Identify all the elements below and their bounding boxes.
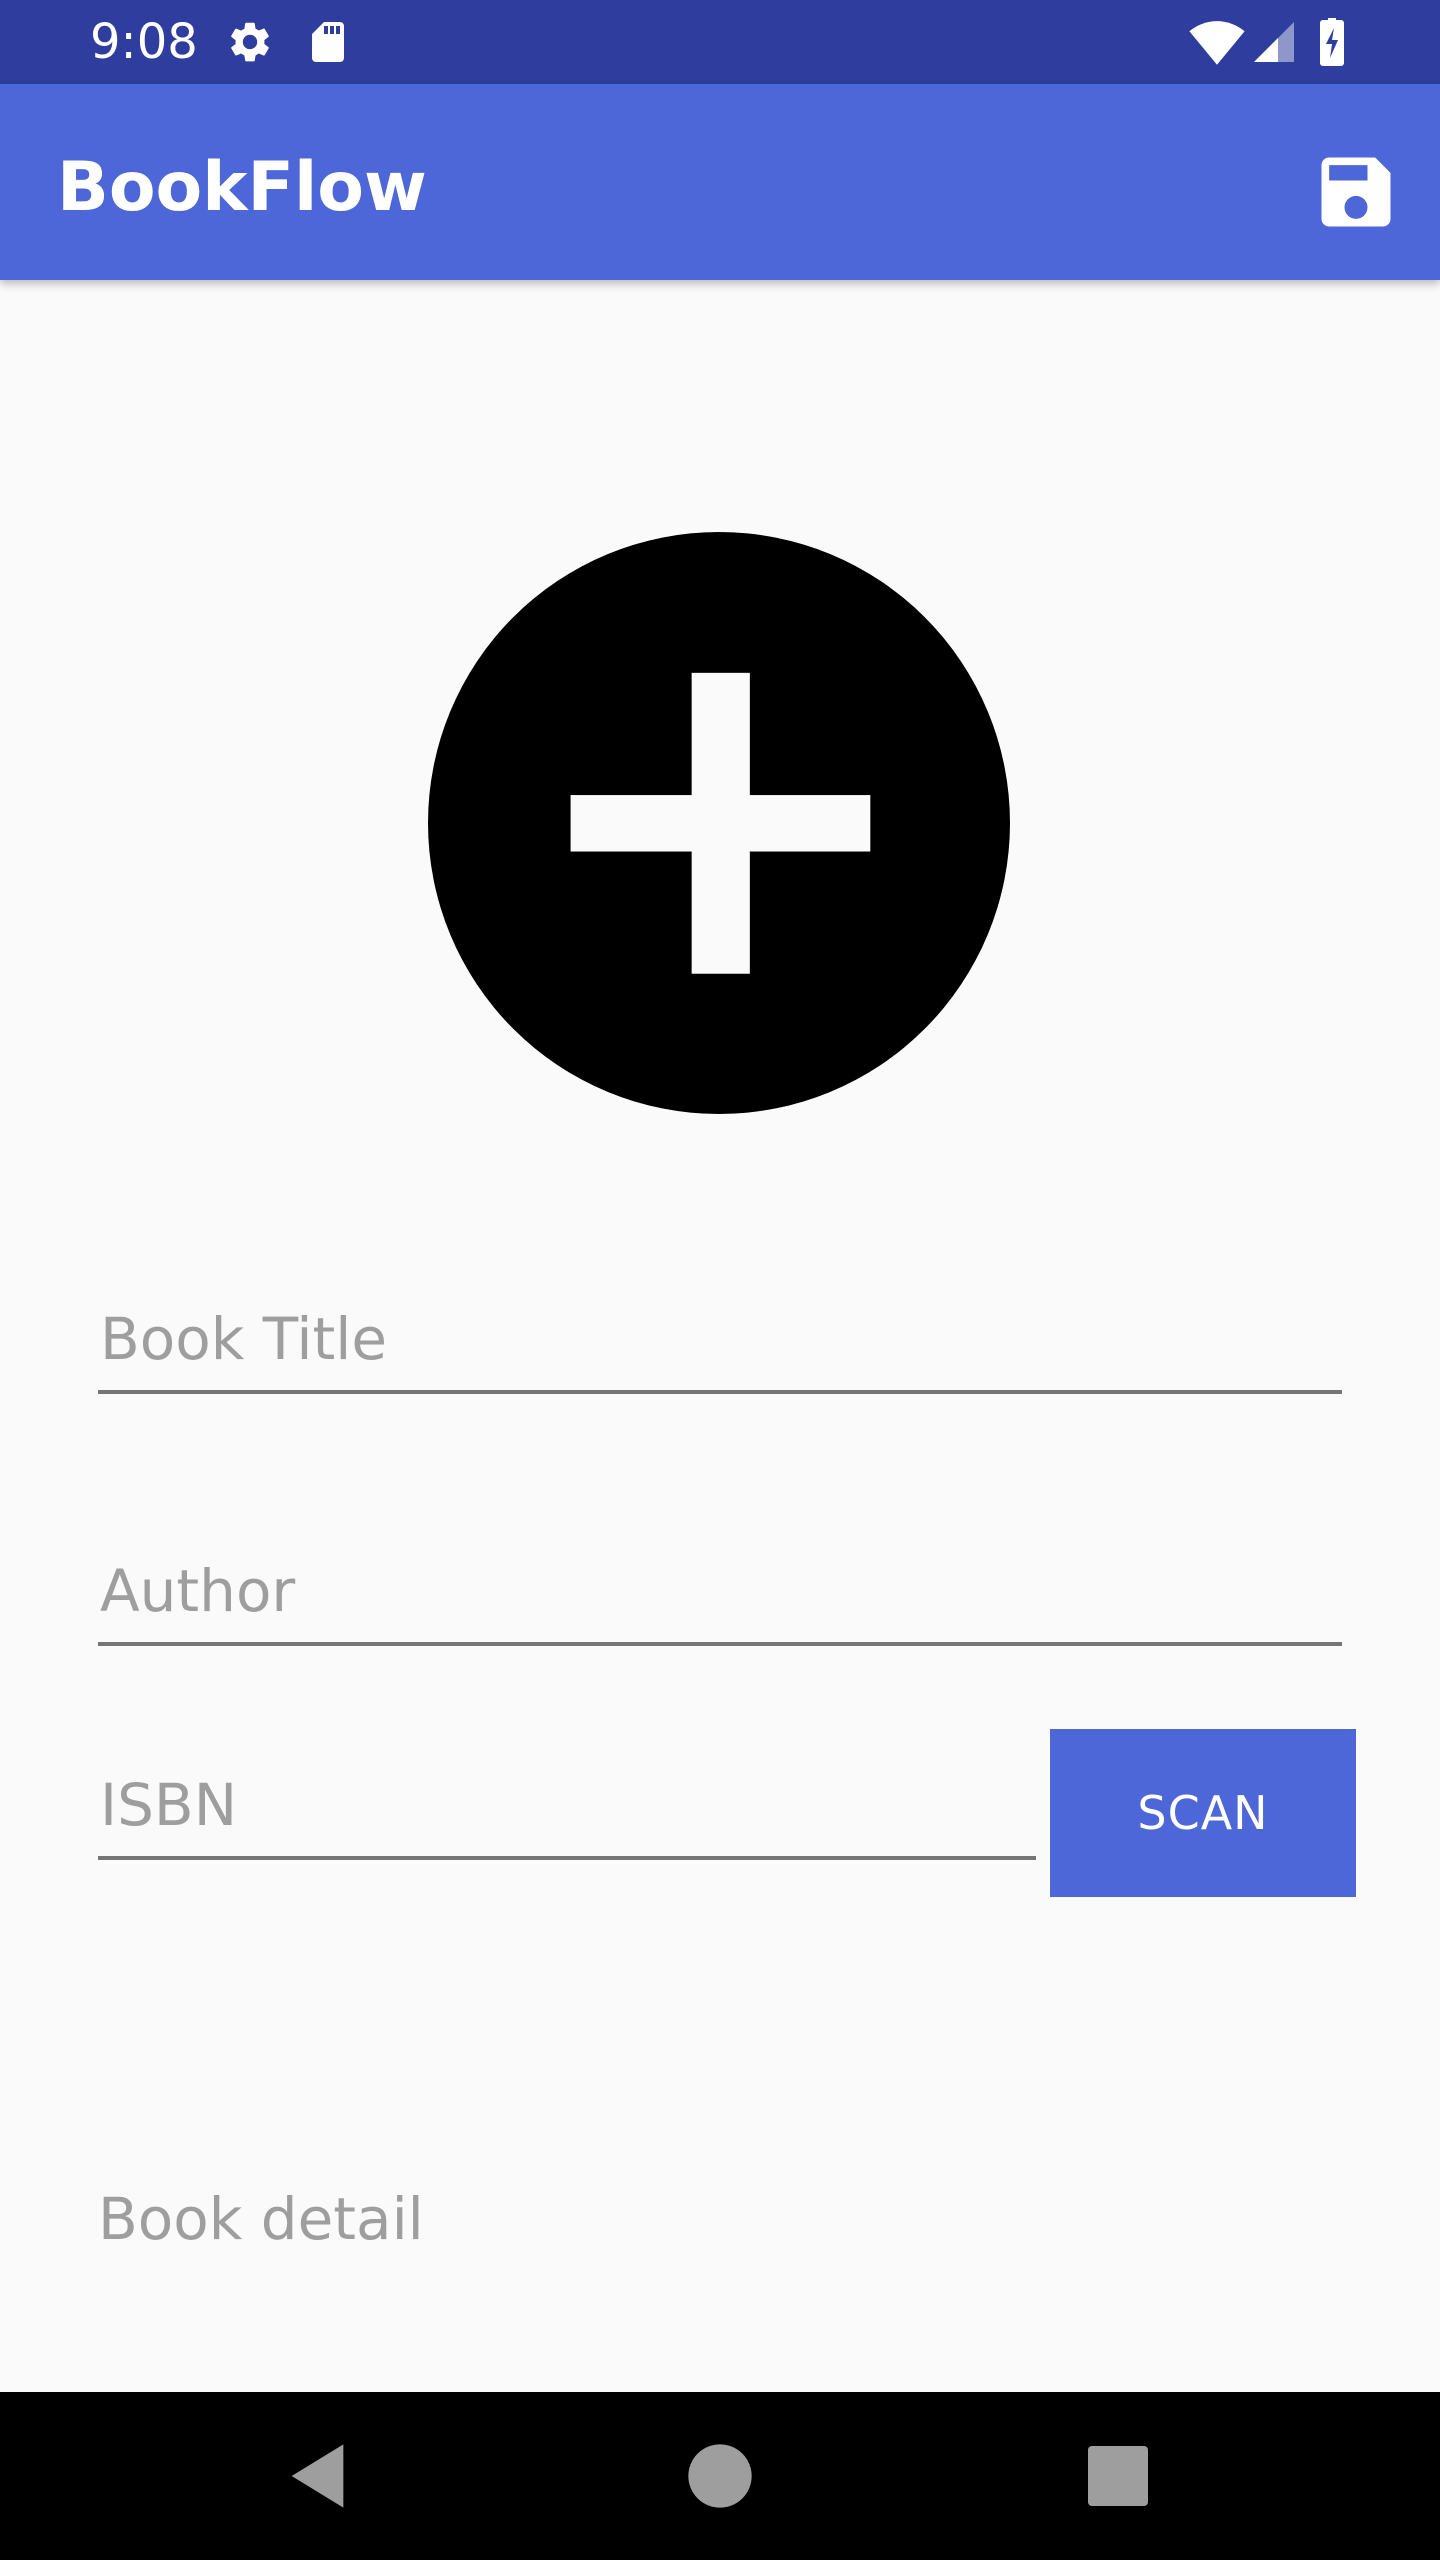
app-bar: BookFlow — [0, 84, 1440, 280]
isbn-underline — [98, 1856, 1036, 1860]
isbn-field[interactable] — [98, 1750, 1036, 1860]
add-image-button[interactable] — [428, 532, 1010, 1114]
book-title-input[interactable] — [98, 1284, 1342, 1394]
navigation-bar — [0, 2392, 1440, 2560]
home-icon[interactable] — [680, 2436, 760, 2516]
isbn-input[interactable] — [98, 1750, 1036, 1860]
battery-charging-icon — [1310, 18, 1354, 66]
scan-button[interactable]: SCAN — [1050, 1729, 1356, 1897]
screen: 9:08 BookFlow Book Title Author ISBN SCA… — [0, 0, 1440, 2560]
gear-icon — [226, 18, 274, 66]
author-input[interactable] — [98, 1536, 1342, 1646]
cellular-signal-icon — [1250, 18, 1298, 66]
book-detail-label: Book detail — [98, 2185, 424, 2253]
save-icon[interactable] — [1310, 146, 1402, 238]
app-title: BookFlow — [57, 148, 427, 227]
add-circle-icon — [428, 532, 1010, 1114]
author-field[interactable] — [98, 1536, 1342, 1646]
book-title-underline — [98, 1390, 1342, 1394]
book-title-field[interactable] — [98, 1284, 1342, 1394]
wifi-icon — [1188, 18, 1246, 66]
recents-icon[interactable] — [1078, 2436, 1158, 2516]
author-underline — [98, 1642, 1342, 1646]
status-time: 9:08 — [90, 14, 198, 70]
back-icon[interactable] — [280, 2436, 360, 2516]
status-bar: 9:08 — [0, 0, 1440, 84]
sd-card-icon — [304, 18, 352, 66]
